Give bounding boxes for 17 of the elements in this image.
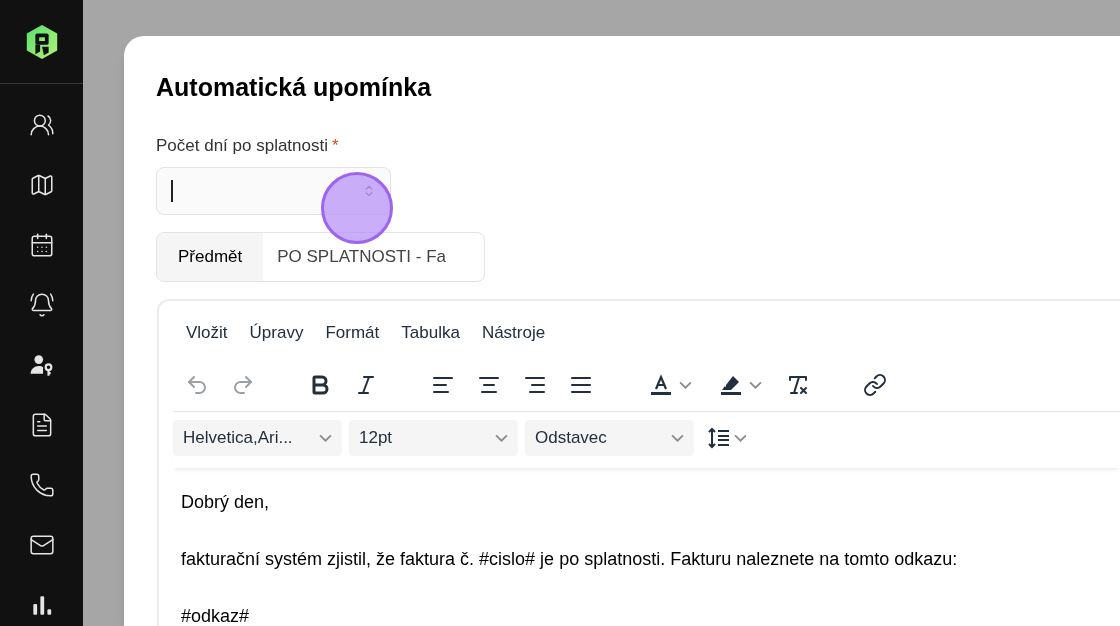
- subject-field[interactable]: Předmět PO SPLATNOSTI - Fa: [156, 232, 485, 282]
- field-label: Počet dní po splatnosti: [156, 136, 328, 156]
- subject-value: PO SPLATNOSTI - Fa: [276, 246, 448, 269]
- body-paragraph: #odkaz#: [181, 604, 251, 626]
- menu-item[interactable]: Tabulka: [401, 320, 460, 346]
- menu-item[interactable]: Vložit: [186, 320, 228, 346]
- dropdown[interactable]: Odstavec: [525, 419, 694, 456]
- dropdown[interactable]: Helvetica,Ari...: [173, 419, 342, 456]
- body-paragraph: Dobrý den,: [181, 490, 271, 514]
- subject-label: Předmět: [157, 233, 264, 281]
- required-mark: *: [332, 136, 339, 156]
- menu-item[interactable]: Formát: [325, 320, 380, 346]
- menu-item[interactable]: Nástroje: [481, 320, 546, 346]
- dropdown[interactable]: 12pt: [349, 419, 518, 456]
- body-paragraph: fakturační systém zjistil, že faktura č. #cislo# je po splatnosti. Fakturu naleznete na tomto odkazu:: [181, 547, 959, 571]
- dialog-title: Automatická upomínka: [156, 72, 433, 102]
- menu-item[interactable]: Úpravy: [249, 320, 304, 346]
